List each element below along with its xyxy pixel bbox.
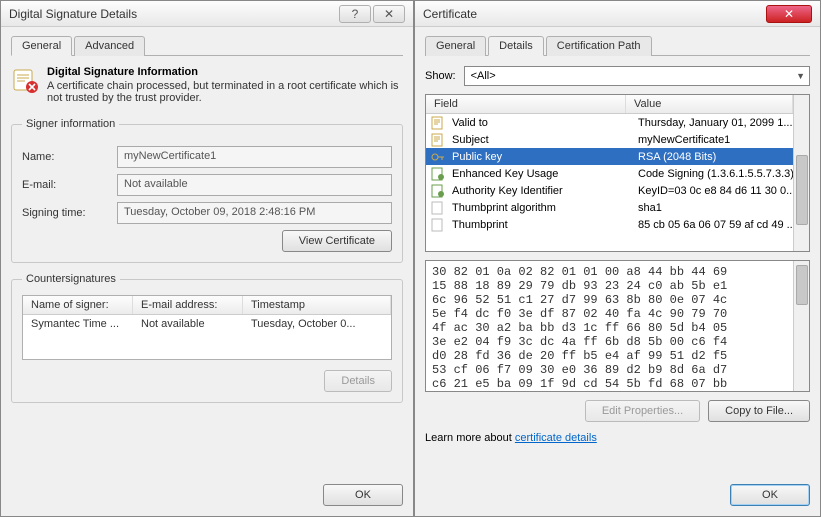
certificate-fields-list[interactable]: Field Value Valid toThursday, January 01… — [425, 94, 810, 252]
field-value: Thursday, January 01, 2099 1... — [630, 117, 793, 129]
ok-button-right[interactable]: OK — [730, 484, 810, 506]
field-name: Subject — [450, 134, 630, 146]
scrollbar-thumb[interactable] — [796, 155, 808, 225]
col-timestamp[interactable]: Timestamp — [243, 296, 391, 314]
col-email-address[interactable]: E-mail address: — [133, 296, 243, 314]
field-name: Enhanced Key Usage — [450, 168, 630, 180]
countersignatures-group: Countersignatures Name of signer: E-mail… — [11, 273, 403, 403]
certificate-window: Certificate ✕ General Details Certificat… — [414, 0, 821, 517]
copy-to-file-button[interactable]: Copy to File... — [708, 400, 810, 422]
countersignatures-legend: Countersignatures — [22, 273, 120, 285]
field-value: myNewCertificate1 — [630, 134, 793, 146]
help-button[interactable]: ? — [339, 5, 371, 23]
email-label: E-mail: — [22, 179, 107, 191]
tab-advanced[interactable]: Advanced — [74, 36, 145, 56]
list-item[interactable]: Valid toThursday, January 01, 2099 1... — [426, 114, 793, 131]
tabs-right: General Details Certification Path — [425, 35, 810, 56]
field-name: Valid to — [450, 117, 630, 129]
name-label: Name: — [22, 151, 107, 163]
hex-detail-box[interactable]: 30 82 01 0a 02 82 01 01 00 a8 44 bb 44 6… — [425, 260, 810, 392]
field-value: KeyID=03 0c e8 84 d6 11 30 0... — [630, 185, 793, 197]
show-filter-combo[interactable]: <All> ▼ — [464, 66, 810, 86]
window-title: Digital Signature Details — [9, 7, 137, 21]
tabs-left: General Advanced — [11, 35, 403, 56]
info-body: A certificate chain processed, but termi… — [47, 80, 399, 104]
field-value: sha1 — [630, 202, 793, 214]
hex-content: 30 82 01 0a 02 82 01 01 00 a8 44 bb 44 6… — [426, 261, 793, 391]
list-item[interactable]: Thumbprint algorithmsha1 — [426, 199, 793, 216]
scrollbar-thumb[interactable] — [796, 265, 808, 305]
field-value: 85 cb 05 6a 06 07 59 af cd 49 ... — [630, 219, 793, 231]
learn-more-row: Learn more about certificate details — [425, 432, 810, 444]
details-button: Details — [324, 370, 392, 392]
show-label: Show: — [425, 70, 456, 82]
info-title: Digital Signature Information — [47, 66, 403, 78]
list-item[interactable]: Public keyRSA (2048 Bits) — [426, 148, 793, 165]
countersignatures-table[interactable]: Name of signer: E-mail address: Timestam… — [22, 295, 392, 360]
field-value: RSA (2048 Bits) — [630, 151, 793, 163]
extension-icon — [430, 184, 446, 198]
field-name: Public key — [450, 151, 630, 163]
field-value: Code Signing (1.3.6.1.5.5.7.3.3) — [630, 168, 793, 180]
titlebar-right[interactable]: Certificate ✕ — [415, 1, 820, 27]
field-name: Thumbprint — [450, 219, 630, 231]
tab-details[interactable]: Details — [488, 36, 544, 56]
field-name: Thumbprint algorithm — [450, 202, 630, 214]
col-name-of-signer[interactable]: Name of signer: — [23, 296, 133, 314]
extension-icon — [430, 167, 446, 181]
signing-time-field: Tuesday, October 09, 2018 2:48:16 PM — [117, 202, 392, 224]
tab-general[interactable]: General — [425, 36, 486, 56]
view-certificate-button[interactable]: View Certificate — [282, 230, 392, 252]
document-icon — [430, 116, 446, 130]
titlebar-left[interactable]: Digital Signature Details ? ✕ — [1, 1, 413, 27]
list-item[interactable]: SubjectmyNewCertificate1 — [426, 131, 793, 148]
signer-information-group: Signer information Name: myNewCertificat… — [11, 118, 403, 263]
certificate-error-icon — [11, 66, 39, 94]
scrollbar[interactable] — [793, 95, 809, 251]
document-icon — [430, 133, 446, 147]
digital-signature-details-window: Digital Signature Details ? ✕ General Ad… — [0, 0, 414, 517]
scrollbar[interactable] — [793, 261, 809, 391]
property-icon — [430, 218, 446, 232]
certificate-details-link[interactable]: certificate details — [515, 432, 597, 444]
list-item[interactable]: Thumbprint85 cb 05 6a 06 07 59 af cd 49 … — [426, 216, 793, 233]
name-field: myNewCertificate1 — [117, 146, 392, 168]
field-name: Authority Key Identifier — [450, 185, 630, 197]
close-button[interactable]: ✕ — [373, 5, 405, 23]
close-button[interactable]: ✕ — [766, 5, 812, 23]
table-row[interactable]: Symantec Time ... Not available Tuesday,… — [23, 315, 391, 333]
signer-legend: Signer information — [22, 118, 119, 130]
signing-time-label: Signing time: — [22, 207, 107, 219]
ok-button-left[interactable]: OK — [323, 484, 403, 506]
list-item[interactable]: Authority Key IdentifierKeyID=03 0c e8 8… — [426, 182, 793, 199]
property-icon — [430, 201, 446, 215]
tab-general[interactable]: General — [11, 36, 72, 56]
email-field: Not available — [117, 174, 392, 196]
col-field[interactable]: Field — [426, 95, 626, 113]
edit-properties-button: Edit Properties... — [585, 400, 700, 422]
window-title: Certificate — [423, 7, 477, 21]
close-icon: ✕ — [384, 7, 394, 21]
chevron-down-icon: ▼ — [796, 71, 805, 81]
list-item[interactable]: Enhanced Key UsageCode Signing (1.3.6.1.… — [426, 165, 793, 182]
show-filter-value: <All> — [471, 70, 496, 82]
key-icon — [430, 150, 446, 164]
col-value[interactable]: Value — [626, 95, 793, 113]
close-icon: ✕ — [784, 7, 794, 21]
tab-certification-path[interactable]: Certification Path — [546, 36, 652, 56]
signature-info-header: Digital Signature Information A certific… — [11, 66, 403, 104]
